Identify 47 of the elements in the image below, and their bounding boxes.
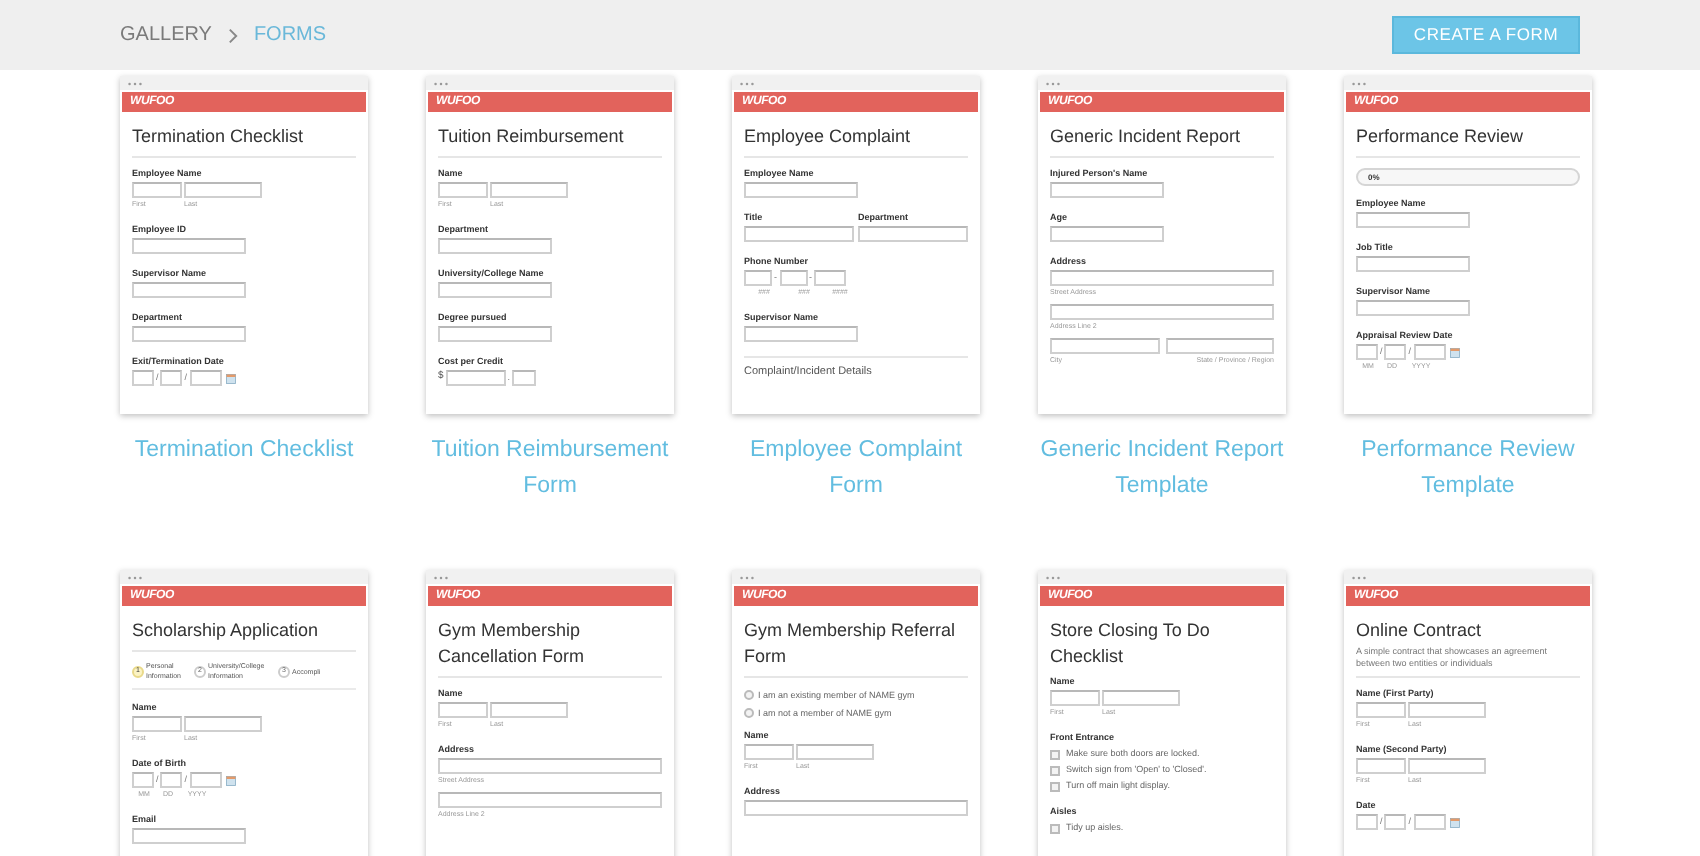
form-title: Performance Review: [1356, 124, 1526, 150]
form-title: Online Contract: [1356, 618, 1484, 644]
form-title: Tuition Reimbursement: [438, 124, 626, 150]
input-field: [160, 772, 183, 788]
input-field: [779, 270, 807, 286]
input-field: [438, 282, 552, 298]
input-field: [160, 370, 183, 386]
breadcrumb-link[interactable]: GALLERY: [120, 20, 212, 50]
input-field: [132, 282, 246, 298]
input-field: [1413, 814, 1446, 830]
input-field: [1384, 344, 1407, 360]
input-field: [132, 238, 246, 254]
input-field: [438, 238, 552, 254]
input-field: [858, 226, 968, 242]
form-title: Store Closing To Do Checklist: [1050, 618, 1212, 670]
input-field: [132, 772, 154, 788]
input-field: [1050, 182, 1164, 198]
input-field: [744, 182, 858, 198]
input-field: [132, 326, 246, 342]
input-field: [1356, 212, 1470, 228]
input-field: [1356, 344, 1378, 360]
form-title: Termination Checklist: [132, 124, 306, 150]
form-title: Generic Incident Report: [1050, 124, 1243, 150]
input-field: [1356, 256, 1470, 272]
input-field: [744, 326, 858, 342]
input-field: [1356, 300, 1470, 316]
input-field: [438, 326, 552, 342]
input-field: [1050, 226, 1164, 242]
input-field: [189, 370, 222, 386]
input-field: [744, 226, 854, 242]
chevron-right-icon: [227, 27, 238, 43]
input-field: [1384, 814, 1407, 830]
form-title: Scholarship Application: [132, 618, 321, 644]
form-title: Employee Complaint: [744, 124, 913, 150]
input-field: [132, 370, 154, 386]
input-field: [512, 370, 537, 386]
form-title: Gym Membership Cancellation Form: [438, 618, 587, 670]
input-field: [744, 270, 772, 286]
input-field: [1413, 344, 1446, 360]
input-field: [1356, 814, 1378, 830]
input-field: [189, 772, 222, 788]
input-field: [1050, 338, 1159, 354]
input-field: [1165, 338, 1274, 354]
form-title: Gym Membership Referral Form: [744, 618, 958, 670]
input-field: [132, 828, 246, 844]
input-field: [445, 370, 506, 386]
input-field: [814, 270, 846, 286]
